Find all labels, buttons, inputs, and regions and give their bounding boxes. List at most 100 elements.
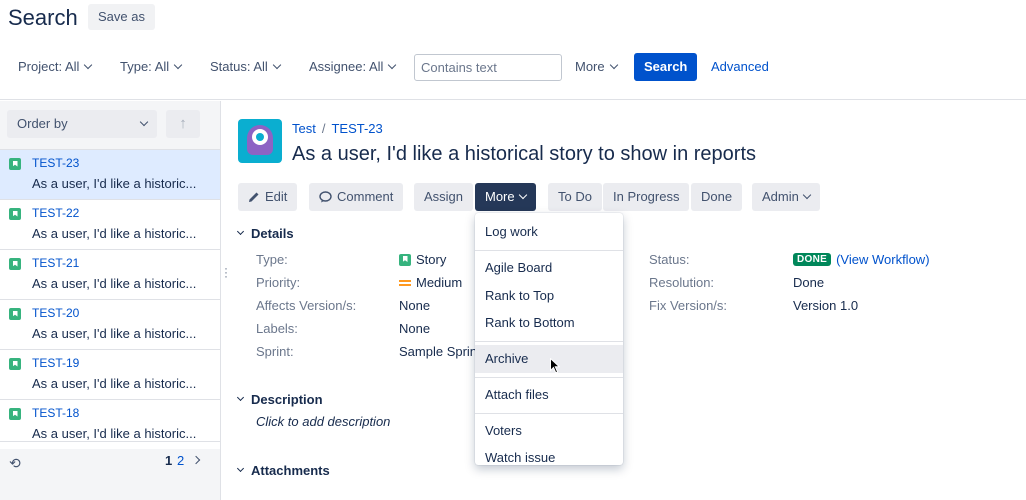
- search-button[interactable]: Search: [634, 53, 698, 81]
- issue-list: TEST-23 As a user, I'd like a historic..…: [0, 149, 220, 449]
- more-filters-button[interactable]: More: [575, 52, 618, 82]
- priority-label: Priority:: [256, 275, 301, 290]
- comment-label: Comment: [337, 189, 394, 204]
- issue-key: TEST-19: [32, 356, 80, 370]
- menu-item-attach-files[interactable]: Attach files: [475, 381, 623, 409]
- resize-handle[interactable]: · · ·: [224, 262, 228, 282]
- status-filter[interactable]: Status: All: [210, 52, 282, 82]
- description-placeholder[interactable]: Click to add description: [256, 414, 390, 429]
- fix-version-label: Fix Version/s:: [649, 298, 728, 313]
- sprint-label: Sprint:: [256, 344, 294, 359]
- breadcrumb-separator: /: [321, 121, 326, 136]
- project-filter-label: Project: All: [18, 59, 80, 74]
- mouse-cursor-icon: [550, 358, 560, 374]
- save-as-button[interactable]: Save as: [88, 4, 155, 30]
- breadcrumb-project-link[interactable]: Test: [292, 121, 316, 136]
- more-filters-label: More: [575, 59, 605, 74]
- story-icon: [9, 158, 21, 170]
- page-1-link[interactable]: 1: [165, 453, 172, 468]
- resolution-label: Resolution:: [649, 275, 715, 290]
- page-2-link[interactable]: 2: [177, 453, 184, 468]
- type-value-text: Story: [416, 252, 447, 267]
- description-heading: Description: [251, 392, 323, 407]
- arrow-up-icon: ↑: [179, 115, 187, 132]
- page-title: Search: [8, 5, 78, 30]
- breadcrumb-issue-link[interactable]: TEST-23: [331, 121, 382, 136]
- description-section-toggle[interactable]: Description: [236, 392, 323, 407]
- list-item[interactable]: TEST-20 As a user, I'd like a historic..…: [0, 299, 220, 349]
- menu-item-log-work[interactable]: Log work: [475, 218, 623, 246]
- comment-button[interactable]: Comment: [309, 183, 404, 211]
- advanced-link[interactable]: Advanced: [711, 52, 769, 82]
- menu-divider: [475, 377, 623, 378]
- labels-value: None: [399, 321, 431, 336]
- menu-item-rank-to-bottom[interactable]: Rank to Bottom: [475, 309, 623, 337]
- list-item[interactable]: TEST-21 As a user, I'd like a historic..…: [0, 249, 220, 299]
- issue-summary: As a user, I'd like a historic...: [32, 226, 197, 241]
- issue-key: TEST-21: [32, 256, 80, 270]
- type-filter[interactable]: Type: All: [120, 52, 183, 82]
- order-by-label: Order by: [17, 116, 68, 131]
- details-section-toggle[interactable]: Details: [236, 226, 294, 241]
- filter-bar: Project: All Type: All Status: All Assig…: [0, 52, 1026, 82]
- list-item[interactable]: TEST-23 As a user, I'd like a historic..…: [0, 149, 220, 199]
- chevron-down-icon: [173, 60, 183, 70]
- view-workflow-link[interactable]: (View Workflow): [836, 252, 929, 267]
- menu-divider: [475, 341, 623, 342]
- chevron-down-icon: [139, 117, 149, 127]
- pencil-icon: [249, 192, 259, 202]
- list-item[interactable]: TEST-19 As a user, I'd like a historic..…: [0, 349, 220, 399]
- admin-label: Admin: [762, 189, 799, 204]
- issue-title[interactable]: As a user, I'd like a historical story t…: [292, 143, 756, 166]
- issue-key: TEST-18: [32, 406, 80, 420]
- more-actions-button[interactable]: More: [475, 183, 536, 211]
- story-icon: [9, 258, 21, 270]
- assignee-filter[interactable]: Assignee: All: [309, 52, 397, 82]
- done-button[interactable]: Done: [691, 183, 743, 211]
- story-icon: [9, 358, 21, 370]
- status-label: Status:: [649, 252, 690, 267]
- contains-text-input[interactable]: [414, 54, 562, 81]
- in-progress-button[interactable]: In Progress: [603, 183, 690, 211]
- status-value: DONE (View Workflow): [793, 252, 930, 267]
- status-badge: DONE: [793, 253, 832, 266]
- menu-item-watch-issue[interactable]: Watch issue: [475, 444, 623, 465]
- list-item[interactable]: TEST-22 As a user, I'd like a historic..…: [0, 199, 220, 249]
- story-icon: [9, 408, 21, 420]
- menu-item-agile-board[interactable]: Agile Board: [475, 254, 623, 282]
- project-filter[interactable]: Project: All: [18, 52, 93, 82]
- next-page-icon[interactable]: [191, 455, 201, 465]
- sort-direction-button[interactable]: ↑: [166, 110, 200, 138]
- issue-summary: As a user, I'd like a historic...: [32, 376, 197, 391]
- issue-summary: As a user, I'd like a historic...: [32, 276, 197, 291]
- comment-icon: [319, 191, 332, 203]
- type-filter-label: Type: All: [120, 59, 170, 74]
- type-label: Type:: [256, 252, 288, 267]
- assign-button[interactable]: Assign: [414, 183, 474, 211]
- admin-button[interactable]: Admin: [752, 183, 820, 211]
- resolution-value: Done: [793, 275, 825, 290]
- menu-item-rank-to-top[interactable]: Rank to Top: [475, 282, 623, 310]
- attachments-heading: Attachments: [251, 463, 330, 478]
- to-do-button[interactable]: To Do: [548, 183, 602, 211]
- priority-value-text: Medium: [416, 275, 463, 290]
- refresh-icon[interactable]: ⟲: [9, 455, 21, 472]
- more-actions-menu: Log work Agile Board Rank to Top Rank to…: [475, 213, 623, 465]
- details-heading: Details: [251, 226, 294, 241]
- chevron-down-icon: [84, 60, 93, 70]
- chevron-down-icon: [236, 393, 245, 402]
- edit-label: Edit: [265, 189, 288, 204]
- status-filter-label: Status: All: [210, 59, 268, 74]
- menu-item-voters[interactable]: Voters: [475, 417, 623, 445]
- breadcrumb: Test / TEST-23: [292, 121, 383, 136]
- chevron-down-icon: [388, 60, 397, 70]
- issue-key: TEST-23: [32, 156, 80, 170]
- issue-summary: As a user, I'd like a historic...: [32, 426, 197, 441]
- attachments-section-toggle[interactable]: Attachments: [236, 463, 330, 478]
- priority-medium-icon: [399, 279, 411, 286]
- fix-version-link[interactable]: Version 1.0: [793, 298, 858, 313]
- menu-item-archive[interactable]: Archive: [475, 345, 623, 373]
- chevron-down-icon: [236, 464, 245, 473]
- order-by-select[interactable]: Order by: [7, 110, 157, 138]
- edit-button[interactable]: Edit: [238, 183, 298, 211]
